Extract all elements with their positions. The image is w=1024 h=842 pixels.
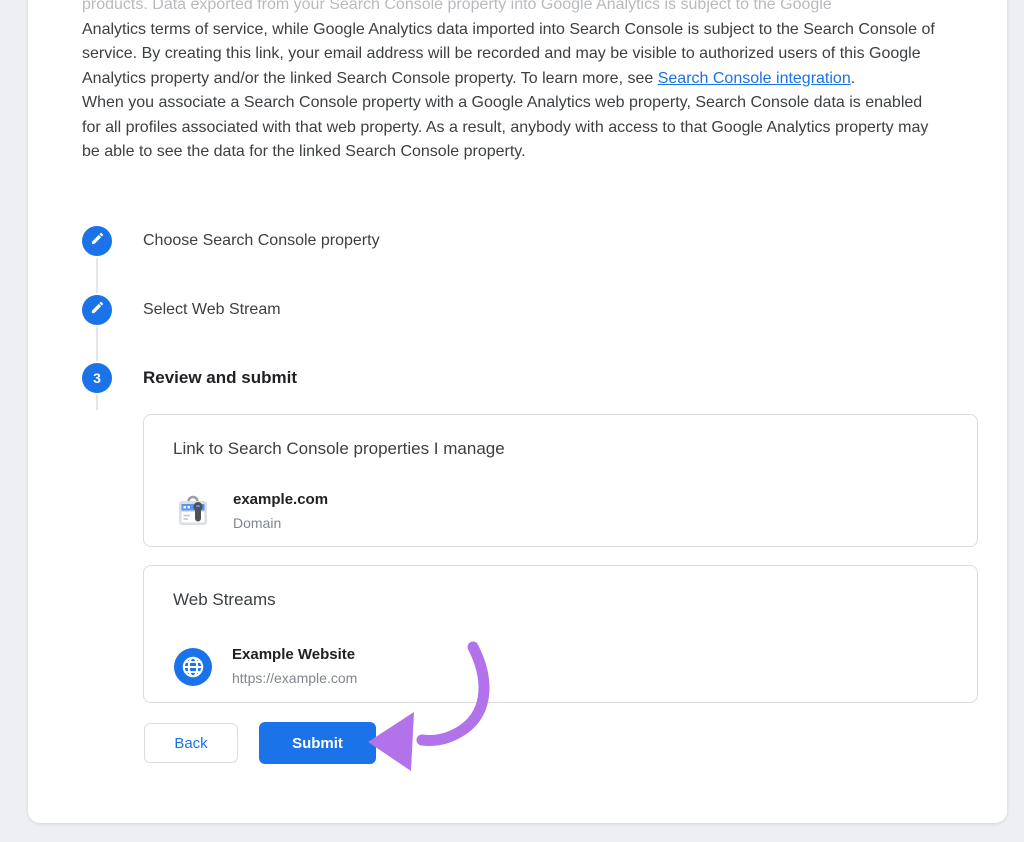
pencil-icon <box>90 300 105 320</box>
search-console-icon <box>175 492 211 535</box>
stepper-connector <box>96 395 98 410</box>
intro-faded-line: products. Data exported from your Search… <box>82 0 942 18</box>
intro-paragraph-1-suffix: . <box>851 70 855 87</box>
linking-wizard-page: products. Data exported from your Search… <box>0 0 1024 842</box>
step-2-label[interactable]: Select Web Stream <box>143 301 281 319</box>
property-name: example.com <box>233 491 328 508</box>
web-streams-card: Web Streams Example Website https://exam… <box>143 565 978 703</box>
intro-paragraph-1: Analytics terms of service, while Google… <box>82 18 942 92</box>
stream-name: Example Website <box>232 646 355 663</box>
search-console-card-title: Link to Search Console properties I mana… <box>173 439 505 459</box>
search-console-integration-link[interactable]: Search Console integration <box>658 70 851 87</box>
stepper-connector <box>96 327 98 361</box>
submit-button[interactable]: Submit <box>259 722 376 764</box>
step-3-number: 3 <box>93 370 101 386</box>
web-streams-card-title: Web Streams <box>173 590 276 610</box>
intro-paragraph-2: When you associate a Search Console prop… <box>82 91 942 165</box>
stepper-connector <box>96 258 98 293</box>
back-button[interactable]: Back <box>144 723 238 763</box>
intro-text: products. Data exported from your Search… <box>82 0 942 165</box>
search-console-card: Link to Search Console properties I mana… <box>143 414 978 547</box>
stream-url: https://example.com <box>232 670 357 686</box>
pencil-icon <box>90 231 105 251</box>
globe-icon <box>173 647 213 692</box>
step-1-circle[interactable] <box>82 226 112 256</box>
step-2-circle[interactable] <box>82 295 112 325</box>
step-1-label[interactable]: Choose Search Console property <box>143 232 380 250</box>
step-3-circle[interactable]: 3 <box>82 363 112 393</box>
step-3-label[interactable]: Review and submit <box>143 368 297 388</box>
property-type: Domain <box>233 515 281 531</box>
